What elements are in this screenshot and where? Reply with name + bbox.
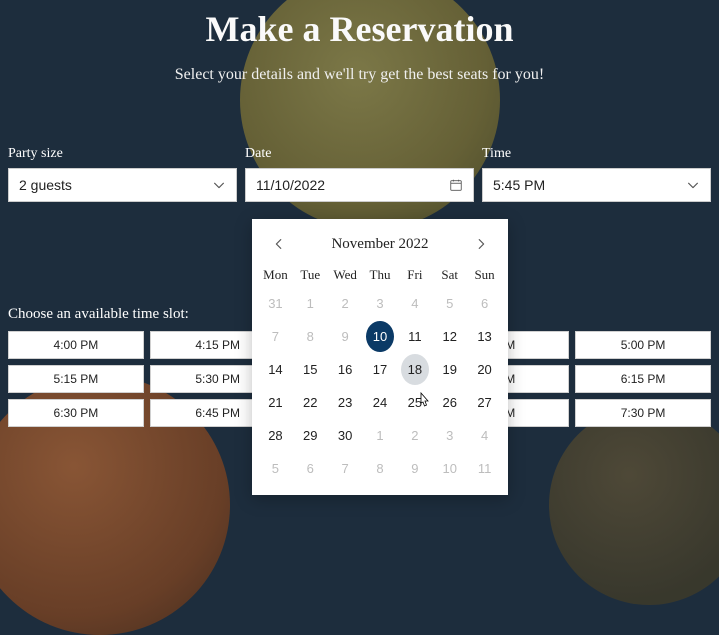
calendar-day: 6: [471, 288, 499, 319]
calendar-day[interactable]: 20: [471, 354, 499, 385]
calendar-day[interactable]: 14: [261, 354, 289, 385]
calendar-dow-label: Thu: [363, 267, 398, 283]
calendar-day: 6: [296, 453, 324, 484]
calendar-day: 1: [296, 288, 324, 319]
calendar-day[interactable]: 30: [331, 420, 359, 451]
calendar-day[interactable]: 21: [261, 387, 289, 418]
date-value: 11/10/2022: [256, 177, 325, 193]
party-size-value: 2 guests: [19, 177, 72, 193]
calendar-day[interactable]: 25: [401, 387, 429, 418]
calendar-day[interactable]: 26: [436, 387, 464, 418]
calendar-day[interactable]: 28: [261, 420, 289, 451]
calendar-month-year: November 2022: [331, 236, 428, 253]
calendar-day: 9: [401, 453, 429, 484]
calendar-day[interactable]: 27: [471, 387, 499, 418]
time-value: 5:45 PM: [493, 177, 545, 193]
prev-month-button[interactable]: [268, 233, 290, 255]
calendar-day: 7: [331, 453, 359, 484]
calendar-day[interactable]: 22: [296, 387, 324, 418]
calendar-icon: [449, 178, 463, 192]
calendar-popover: November 2022 MonTueWedThuFriSatSun 3112…: [252, 219, 508, 495]
calendar-day: 8: [366, 453, 394, 484]
calendar-day[interactable]: 18: [401, 354, 429, 385]
time-slot-button[interactable]: 5:15 PM: [8, 365, 144, 393]
calendar-day: 4: [401, 288, 429, 319]
calendar-day[interactable]: 10: [366, 321, 394, 352]
calendar-day[interactable]: 24: [366, 387, 394, 418]
calendar-day: 4: [471, 420, 499, 451]
calendar-dow-label: Tue: [293, 267, 328, 283]
calendar-dow-label: Fri: [397, 267, 432, 283]
calendar-dow-label: Sat: [432, 267, 467, 283]
calendar-day: 2: [331, 288, 359, 319]
time-slot-button[interactable]: 7:30 PM: [575, 399, 711, 427]
calendar-day[interactable]: 29: [296, 420, 324, 451]
party-size-select[interactable]: 2 guests: [8, 168, 237, 202]
page-title: Make a Reservation: [0, 0, 719, 50]
time-slot-button[interactable]: 6:15 PM: [575, 365, 711, 393]
calendar-dow-label: Wed: [328, 267, 363, 283]
calendar-day: 2: [401, 420, 429, 451]
calendar-day: 5: [436, 288, 464, 319]
calendar-day: 8: [296, 321, 324, 352]
date-label: Date: [245, 146, 474, 162]
party-size-label: Party size: [8, 146, 237, 162]
calendar-day[interactable]: 11: [401, 321, 429, 352]
date-input[interactable]: 11/10/2022: [245, 168, 474, 202]
calendar-day: 3: [366, 288, 394, 319]
next-month-button[interactable]: [470, 233, 492, 255]
calendar-day[interactable]: 13: [471, 321, 499, 352]
page-subtitle: Select your details and we'll try get th…: [0, 66, 719, 84]
calendar-day[interactable]: 16: [331, 354, 359, 385]
calendar-day: 5: [261, 453, 289, 484]
calendar-day: 11: [471, 453, 499, 484]
calendar-day[interactable]: 19: [436, 354, 464, 385]
calendar-day[interactable]: 23: [331, 387, 359, 418]
calendar-day: 3: [436, 420, 464, 451]
time-slot-button[interactable]: 4:00 PM: [8, 331, 144, 359]
calendar-dow-label: Mon: [258, 267, 293, 283]
calendar-day[interactable]: 12: [436, 321, 464, 352]
calendar-day[interactable]: 17: [366, 354, 394, 385]
calendar-dow-label: Sun: [467, 267, 502, 283]
time-select[interactable]: 5:45 PM: [482, 168, 711, 202]
time-label: Time: [482, 146, 711, 162]
time-slot-button[interactable]: 6:30 PM: [8, 399, 144, 427]
calendar-day: 31: [261, 288, 289, 319]
chevron-down-icon: [686, 178, 700, 192]
chevron-down-icon: [212, 178, 226, 192]
calendar-day: 1: [366, 420, 394, 451]
calendar-day: 10: [436, 453, 464, 484]
calendar-day: 9: [331, 321, 359, 352]
calendar-day[interactable]: 15: [296, 354, 324, 385]
calendar-day: 7: [261, 321, 289, 352]
time-slot-button[interactable]: 5:00 PM: [575, 331, 711, 359]
